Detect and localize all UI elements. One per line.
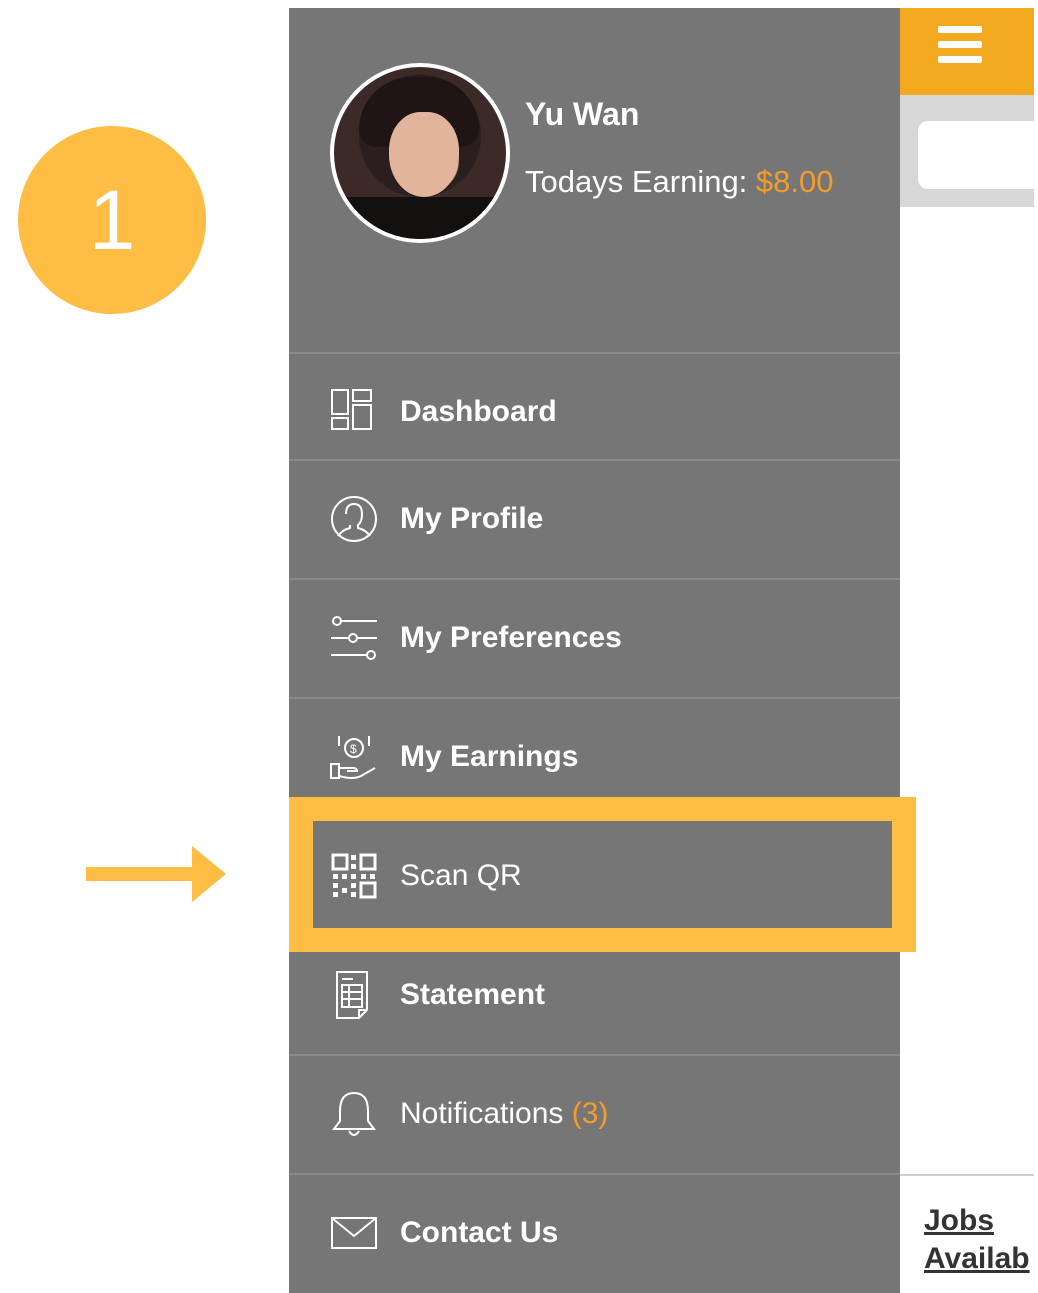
menu-label: My Preferences <box>400 621 622 654</box>
user-name: Yu Wan <box>525 96 640 132</box>
navigation-drawer: Yu Wan Todays Earning: $8.00 Dashboard M… <box>289 8 900 1293</box>
search-band <box>900 95 1038 207</box>
earning-label: Todays Earning: <box>525 164 756 199</box>
menu-item-my-preferences[interactable]: My Preferences <box>289 578 900 696</box>
notifications-label: Notifications <box>400 1097 572 1130</box>
notification-count-badge: (3) <box>571 1097 609 1130</box>
sliders-icon <box>331 616 377 660</box>
menu-item-contact-us[interactable]: Contact Us <box>289 1173 900 1291</box>
scan-qr-highlight-frame <box>289 797 916 952</box>
profile-icon <box>331 496 377 542</box>
menu-label: Statement <box>400 978 546 1011</box>
statement-icon <box>336 971 368 1019</box>
earning-amount: $8.00 <box>755 164 834 199</box>
menu-label: Contact Us <box>400 1216 559 1249</box>
app-header <box>900 8 1034 95</box>
menu-item-dashboard[interactable]: Dashboard <box>289 352 900 470</box>
step-number: 1 <box>88 172 136 267</box>
search-input[interactable] <box>918 121 1038 189</box>
svg-text:$: $ <box>350 742 357 756</box>
menu-label: My Profile <box>400 502 544 535</box>
menu-item-statement[interactable]: Statement <box>289 935 900 1053</box>
todays-earning: Todays Earning: $8.00 <box>525 164 834 200</box>
divider <box>900 1174 1034 1176</box>
jobs-available-link[interactable]: Jobs Availab <box>924 1202 1034 1278</box>
menu-label: Dashboard <box>400 395 557 428</box>
envelope-icon <box>331 1217 377 1249</box>
bell-icon <box>332 1091 376 1136</box>
pointer-arrow-icon <box>86 846 226 902</box>
avatar[interactable] <box>330 63 510 243</box>
menu-label: Notifications (3) <box>400 1056 608 1172</box>
step-number-badge: 1 <box>18 126 206 314</box>
dashboard-icon <box>331 389 372 430</box>
earnings-icon: $ <box>330 736 376 779</box>
background-app: Jobs Availab <box>900 8 1038 1293</box>
hamburger-menu-icon[interactable] <box>938 26 982 70</box>
menu-item-my-profile[interactable]: My Profile <box>289 459 900 577</box>
menu-item-notifications[interactable]: Notifications (3) <box>289 1054 900 1172</box>
